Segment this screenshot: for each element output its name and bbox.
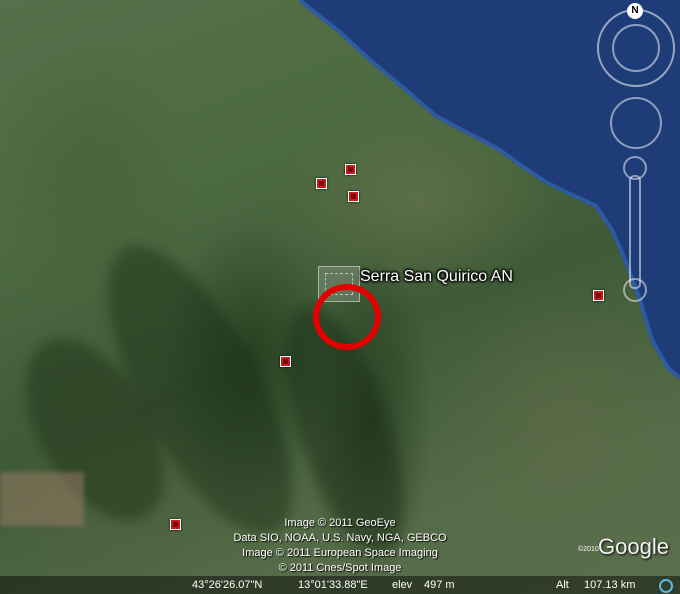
zoom-out-button[interactable] xyxy=(623,278,647,302)
place-marker[interactable] xyxy=(280,356,291,367)
attribution-line: © 2011 Cnes/Spot Image xyxy=(278,562,402,574)
imagery-attribution: Image © 2011 GeoEye Data SIO, NOAA, U.S.… xyxy=(180,516,500,576)
attribution-line: Image © 2011 European Space Imaging xyxy=(242,547,438,559)
status-bar: 43°26'26.07"N 13°01'33.88"E elev 497 m A… xyxy=(0,576,680,594)
attribution-line: Data SIO, NOAA, U.S. Navy, NGA, GEBCO xyxy=(233,532,447,544)
location-highlight-ring xyxy=(313,284,381,350)
map-view[interactable]: Serra San Quirico AN N Image © 2011 GeoE… xyxy=(0,0,680,594)
zoom-slider[interactable] xyxy=(629,175,641,289)
altitude-readout: 107.13 km xyxy=(584,579,636,591)
move-joystick[interactable] xyxy=(610,97,662,149)
google-logo: Google xyxy=(598,534,669,559)
place-marker[interactable] xyxy=(316,178,327,189)
elevation-readout: 497 m xyxy=(424,579,455,591)
attribution-line: Image © 2011 GeoEye xyxy=(284,517,396,529)
elevation-label: elev xyxy=(392,579,413,591)
place-marker[interactable] xyxy=(348,191,359,202)
navigation-controls: N xyxy=(590,0,680,310)
compass-ring[interactable]: N xyxy=(597,3,675,87)
streaming-status-icon xyxy=(659,579,673,593)
placemark-label[interactable]: Serra San Quirico AN xyxy=(360,268,513,286)
look-control[interactable] xyxy=(612,24,660,72)
north-indicator[interactable]: N xyxy=(627,3,643,19)
longitude-readout: 13°01'33.88"E xyxy=(298,579,368,591)
place-marker[interactable] xyxy=(345,164,356,175)
latitude-readout: 43°26'26.07"N xyxy=(192,579,263,591)
altitude-label: Alt xyxy=(556,579,569,591)
logo-year: ©2010 xyxy=(578,546,599,553)
